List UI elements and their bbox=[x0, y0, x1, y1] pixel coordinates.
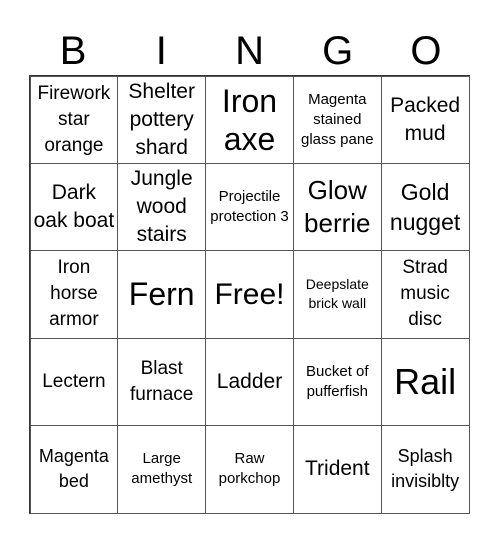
bingo-cell[interactable]: Iron axe bbox=[205, 75, 294, 164]
cell-text: Splash invisiblty bbox=[391, 446, 460, 492]
bingo-cell[interactable]: Lectern bbox=[29, 337, 119, 427]
bingo-cell[interactable]: Glow berrie bbox=[292, 162, 382, 252]
bingo-cell[interactable]: Ladder bbox=[205, 337, 294, 427]
bingo-cell[interactable]: Projectile protection 3 bbox=[205, 162, 294, 252]
header-letter-i: I bbox=[155, 29, 167, 73]
bingo-card: Firework star orange Shelter pottery sha… bbox=[29, 75, 470, 514]
bingo-cell[interactable]: Rail bbox=[380, 337, 470, 427]
cell-text: Projectile protection 3 bbox=[210, 188, 289, 226]
cell-text: Strad music disc bbox=[400, 257, 450, 331]
cell-text: Iron axe bbox=[221, 82, 278, 157]
cell-text: Glow berrie bbox=[304, 175, 371, 239]
header-letter-g: G bbox=[322, 29, 354, 73]
cell-text: Fern bbox=[128, 276, 195, 313]
bingo-cell[interactable]: Splash invisiblty bbox=[380, 425, 470, 514]
bingo-cell[interactable]: Firework star orange bbox=[29, 75, 119, 164]
bingo-cell[interactable]: Magenta stained glass pane bbox=[292, 75, 382, 164]
cell-text: Blast furnace bbox=[130, 357, 194, 405]
cell-text: Gold nugget bbox=[389, 179, 461, 236]
free-space-cell[interactable]: Free! bbox=[205, 250, 294, 339]
bingo-cell[interactable]: Shelter pottery shard bbox=[117, 75, 207, 164]
bingo-cell[interactable]: Fern bbox=[117, 250, 207, 339]
bingo-cell[interactable]: Dark oak boat bbox=[29, 162, 119, 252]
bingo-cell[interactable]: Raw porkchop bbox=[205, 425, 294, 514]
header-letter-n: N bbox=[235, 29, 264, 73]
cell-text: Deepslate brick wall bbox=[305, 276, 369, 312]
bingo-cell[interactable]: Iron horse armor bbox=[29, 250, 119, 339]
header-letter-o: O bbox=[410, 29, 442, 73]
bingo-cell[interactable]: Blast furnace bbox=[117, 337, 207, 427]
cell-text: Raw porkchop bbox=[218, 450, 281, 488]
cell-text: Shelter pottery shard bbox=[128, 79, 195, 159]
cell-text: Free! bbox=[214, 277, 285, 311]
bingo-header: B I N G O bbox=[29, 28, 470, 74]
cell-text: Iron horse armor bbox=[49, 257, 99, 331]
bingo-cell[interactable]: Gold nugget bbox=[380, 162, 470, 252]
cell-text: Large amethyst bbox=[131, 450, 193, 488]
cell-text: Magenta bed bbox=[38, 446, 109, 492]
bingo-cell[interactable]: Jungle wood stairs bbox=[117, 162, 207, 252]
bingo-cell[interactable]: Strad music disc bbox=[380, 250, 470, 339]
cell-text: Ladder bbox=[216, 369, 283, 393]
header-letter-b: B bbox=[59, 29, 87, 73]
cell-text: Lectern bbox=[42, 370, 106, 392]
bingo-cell[interactable]: Large amethyst bbox=[117, 425, 207, 514]
cell-text: Packed mud bbox=[390, 93, 461, 145]
bingo-cell[interactable]: Deepslate brick wall bbox=[292, 250, 382, 339]
cell-text: Jungle wood stairs bbox=[130, 167, 193, 247]
bingo-cell[interactable]: Trident bbox=[292, 425, 382, 514]
cell-text: Bucket of pufferfish bbox=[306, 362, 369, 400]
cell-text: Trident bbox=[304, 457, 370, 481]
bingo-cell[interactable]: Packed mud bbox=[380, 75, 470, 164]
cell-text: Rail bbox=[394, 360, 457, 402]
cell-text: Dark oak boat bbox=[33, 181, 115, 233]
bingo-cell[interactable]: Bucket of pufferfish bbox=[292, 337, 382, 427]
cell-text: Firework star orange bbox=[37, 82, 111, 156]
cell-text: Magenta stained glass pane bbox=[301, 90, 374, 148]
bingo-cell[interactable]: Magenta bed bbox=[29, 425, 119, 514]
